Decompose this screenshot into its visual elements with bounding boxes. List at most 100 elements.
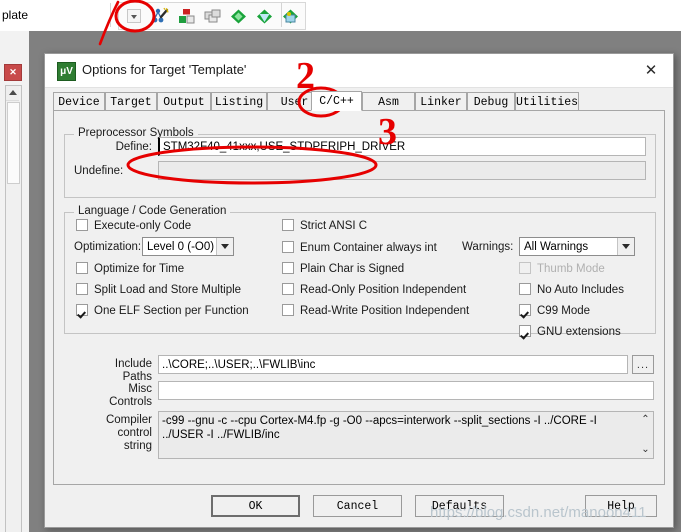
- checkbox-box-icon[interactable]: [519, 304, 531, 316]
- optimization-value: Level 0 (-O0): [147, 240, 215, 253]
- chevron-down-icon[interactable]: [216, 238, 233, 255]
- tab-device[interactable]: Device: [53, 92, 105, 111]
- checkbox-label: Thumb Mode: [537, 263, 605, 275]
- ide-title-fragment: plate: [2, 8, 29, 22]
- checkbox-read-only-position-independent[interactable]: Read-Only Position Independent: [282, 283, 466, 296]
- compiler-control-scrollbar[interactable]: ⌃ ⌄: [639, 413, 652, 457]
- checkbox-label: No Auto Includes: [537, 284, 624, 296]
- pack-installer-green-icon[interactable]: [225, 4, 251, 28]
- checkbox-optimize-for-time[interactable]: Optimize for Time: [76, 262, 184, 275]
- checkbox-one-elf-section-per-function[interactable]: One ELF Section per Function: [76, 304, 249, 317]
- close-icon[interactable]: ✕: [4, 64, 22, 81]
- screenshot-root: plate ✕ μV Options for Target 'Template'…: [0, 0, 681, 532]
- dialog-titlebar: μV Options for Target 'Template' ✕: [45, 54, 673, 88]
- checkbox-no-auto-includes[interactable]: No Auto Includes: [519, 283, 624, 296]
- tab-target[interactable]: Target: [105, 92, 157, 111]
- checkbox-box-icon[interactable]: [282, 219, 294, 231]
- compiler-control-string-value: -c99 --gnu -c --cpu Cortex-M4.fp -g -O0 …: [162, 415, 597, 441]
- compiler-control-label-line1: Compiler: [105, 414, 152, 426]
- chevron-down-icon[interactable]: [617, 238, 634, 255]
- options-for-target-dialog: μV Options for Target 'Template' ✕ Devic…: [44, 53, 674, 528]
- define-label: Define:: [115, 141, 152, 153]
- include-paths-label-line1: Include: [114, 358, 152, 370]
- language-code-generation-group-label: Language / Code Generation: [74, 205, 231, 217]
- c-cpp-tab-page: Preprocessor Symbols Define: STM32F40_41…: [53, 111, 665, 485]
- ide-left-panel: ✕: [0, 31, 30, 532]
- compiler-control-string-textarea[interactable]: -c99 --gnu -c --cpu Cortex-M4.fp -g -O0 …: [158, 411, 654, 459]
- tab-debug[interactable]: Debug: [467, 92, 515, 111]
- include-paths-label-line2: Paths: [122, 371, 152, 383]
- checkbox-box-icon[interactable]: [519, 283, 531, 295]
- checkbox-box-icon[interactable]: [282, 283, 294, 295]
- checkbox-box-icon[interactable]: [282, 262, 294, 274]
- optimization-select[interactable]: Level 0 (-O0): [142, 237, 234, 256]
- toolbar-separator-2: [281, 3, 282, 27]
- warnings-select[interactable]: All Warnings: [519, 237, 635, 256]
- compiler-control-label-line3: string: [123, 440, 152, 452]
- scroll-up-arrow-icon[interactable]: ⌃: [641, 415, 649, 425]
- tab-output[interactable]: Output: [157, 92, 211, 111]
- uvision-app-icon: μV: [57, 62, 76, 81]
- tab-linker[interactable]: Linker: [415, 92, 467, 111]
- checkbox-read-write-position-independent[interactable]: Read-Write Position Independent: [282, 304, 469, 317]
- multi-project-icon[interactable]: [199, 4, 225, 28]
- include-paths-browse-button[interactable]: ...: [632, 355, 654, 374]
- checkbox-box-icon[interactable]: [282, 241, 294, 253]
- checkbox-box-icon[interactable]: [76, 283, 88, 295]
- checkbox-box-icon[interactable]: [519, 325, 531, 337]
- checkbox-box-icon[interactable]: [76, 304, 88, 316]
- checkbox-enum-container-always-int[interactable]: Enum Container always int: [282, 241, 437, 254]
- checkbox-label: Execute-only Code: [94, 220, 192, 232]
- checkbox-label: Plain Char is Signed: [300, 263, 405, 275]
- misc-controls-label-line2: Controls: [109, 396, 152, 408]
- warnings-label: Warnings:: [462, 241, 514, 253]
- checkbox-label: One ELF Section per Function: [94, 305, 249, 317]
- uvision-app-icon-text: μV: [60, 65, 73, 77]
- checkbox-thumb-mode: Thumb Mode: [519, 262, 605, 275]
- ide-toolbar: plate: [0, 0, 681, 32]
- target-dropdown-icon[interactable]: [121, 4, 147, 28]
- checkbox-box-icon[interactable]: [76, 262, 88, 274]
- scroll-down-arrow-icon[interactable]: ⌄: [641, 445, 649, 455]
- checkbox-execute-only-code[interactable]: Execute-only Code: [76, 219, 191, 232]
- tab-strip: Device Target Output Listing User C/C++ …: [53, 91, 665, 111]
- checkbox-label: Optimize for Time: [94, 263, 185, 275]
- toolbar-button-group: [118, 2, 306, 30]
- checkbox-box-icon[interactable]: [282, 304, 294, 316]
- manage-project-items-icon[interactable]: [173, 4, 199, 28]
- manage-runtime-env-icon[interactable]: [251, 4, 277, 28]
- checkbox-label: Enum Container always int: [300, 242, 437, 254]
- misc-controls-label-line1: Misc: [128, 383, 152, 395]
- scrollbar-thumb[interactable]: [7, 102, 20, 184]
- define-input[interactable]: STM32F40_41xxx,USE_STDPERIPH_DRIVER: [158, 137, 646, 156]
- checkbox-label: Split Load and Store Multiple: [94, 284, 242, 296]
- checkbox-plain-char-is-signed[interactable]: Plain Char is Signed: [282, 262, 404, 275]
- checkbox-box-icon[interactable]: [76, 219, 88, 231]
- checkbox-c99-mode[interactable]: C99 Mode: [519, 304, 590, 317]
- checkbox-gnu-extensions[interactable]: GNU extensions: [519, 325, 621, 338]
- tab-utilities[interactable]: Utilities: [515, 92, 579, 111]
- checkbox-label: Read-Write Position Independent: [300, 305, 470, 317]
- dialog-title: Options for Target 'Template': [82, 62, 247, 77]
- cancel-button[interactable]: Cancel: [313, 495, 402, 517]
- ok-button[interactable]: OK: [211, 495, 300, 517]
- close-icon[interactable]: ✕: [629, 54, 673, 86]
- checkbox-box-icon: [519, 262, 531, 274]
- include-paths-input[interactable]: ..\CORE;..\USER;..\FWLIB\inc: [158, 355, 628, 374]
- configure-target-wizard-icon[interactable]: [147, 4, 173, 28]
- checkbox-split-load-and-store-multiple[interactable]: Split Load and Store Multiple: [76, 283, 241, 296]
- tab-listing[interactable]: Listing: [211, 92, 267, 111]
- undefine-label: Undefine:: [74, 165, 124, 177]
- compiler-control-label-line2: control: [117, 427, 152, 439]
- scroll-up-arrow-icon[interactable]: [6, 86, 19, 101]
- checkbox-label: GNU extensions: [537, 326, 621, 338]
- checkbox-strict-ansi-c[interactable]: Strict ANSI C: [282, 219, 367, 232]
- tab-asm[interactable]: Asm: [362, 92, 415, 111]
- misc-controls-input[interactable]: [158, 381, 654, 400]
- watermark-text: https://blog.csdn.net/manoon411: [430, 504, 647, 521]
- checkbox-label: Read-Only Position Independent: [300, 284, 467, 296]
- checkbox-label: C99 Mode: [537, 305, 591, 317]
- tab-c-cpp[interactable]: C/C++: [311, 91, 362, 111]
- editor-scrollbar[interactable]: [5, 85, 22, 532]
- undefine-input[interactable]: [158, 161, 646, 180]
